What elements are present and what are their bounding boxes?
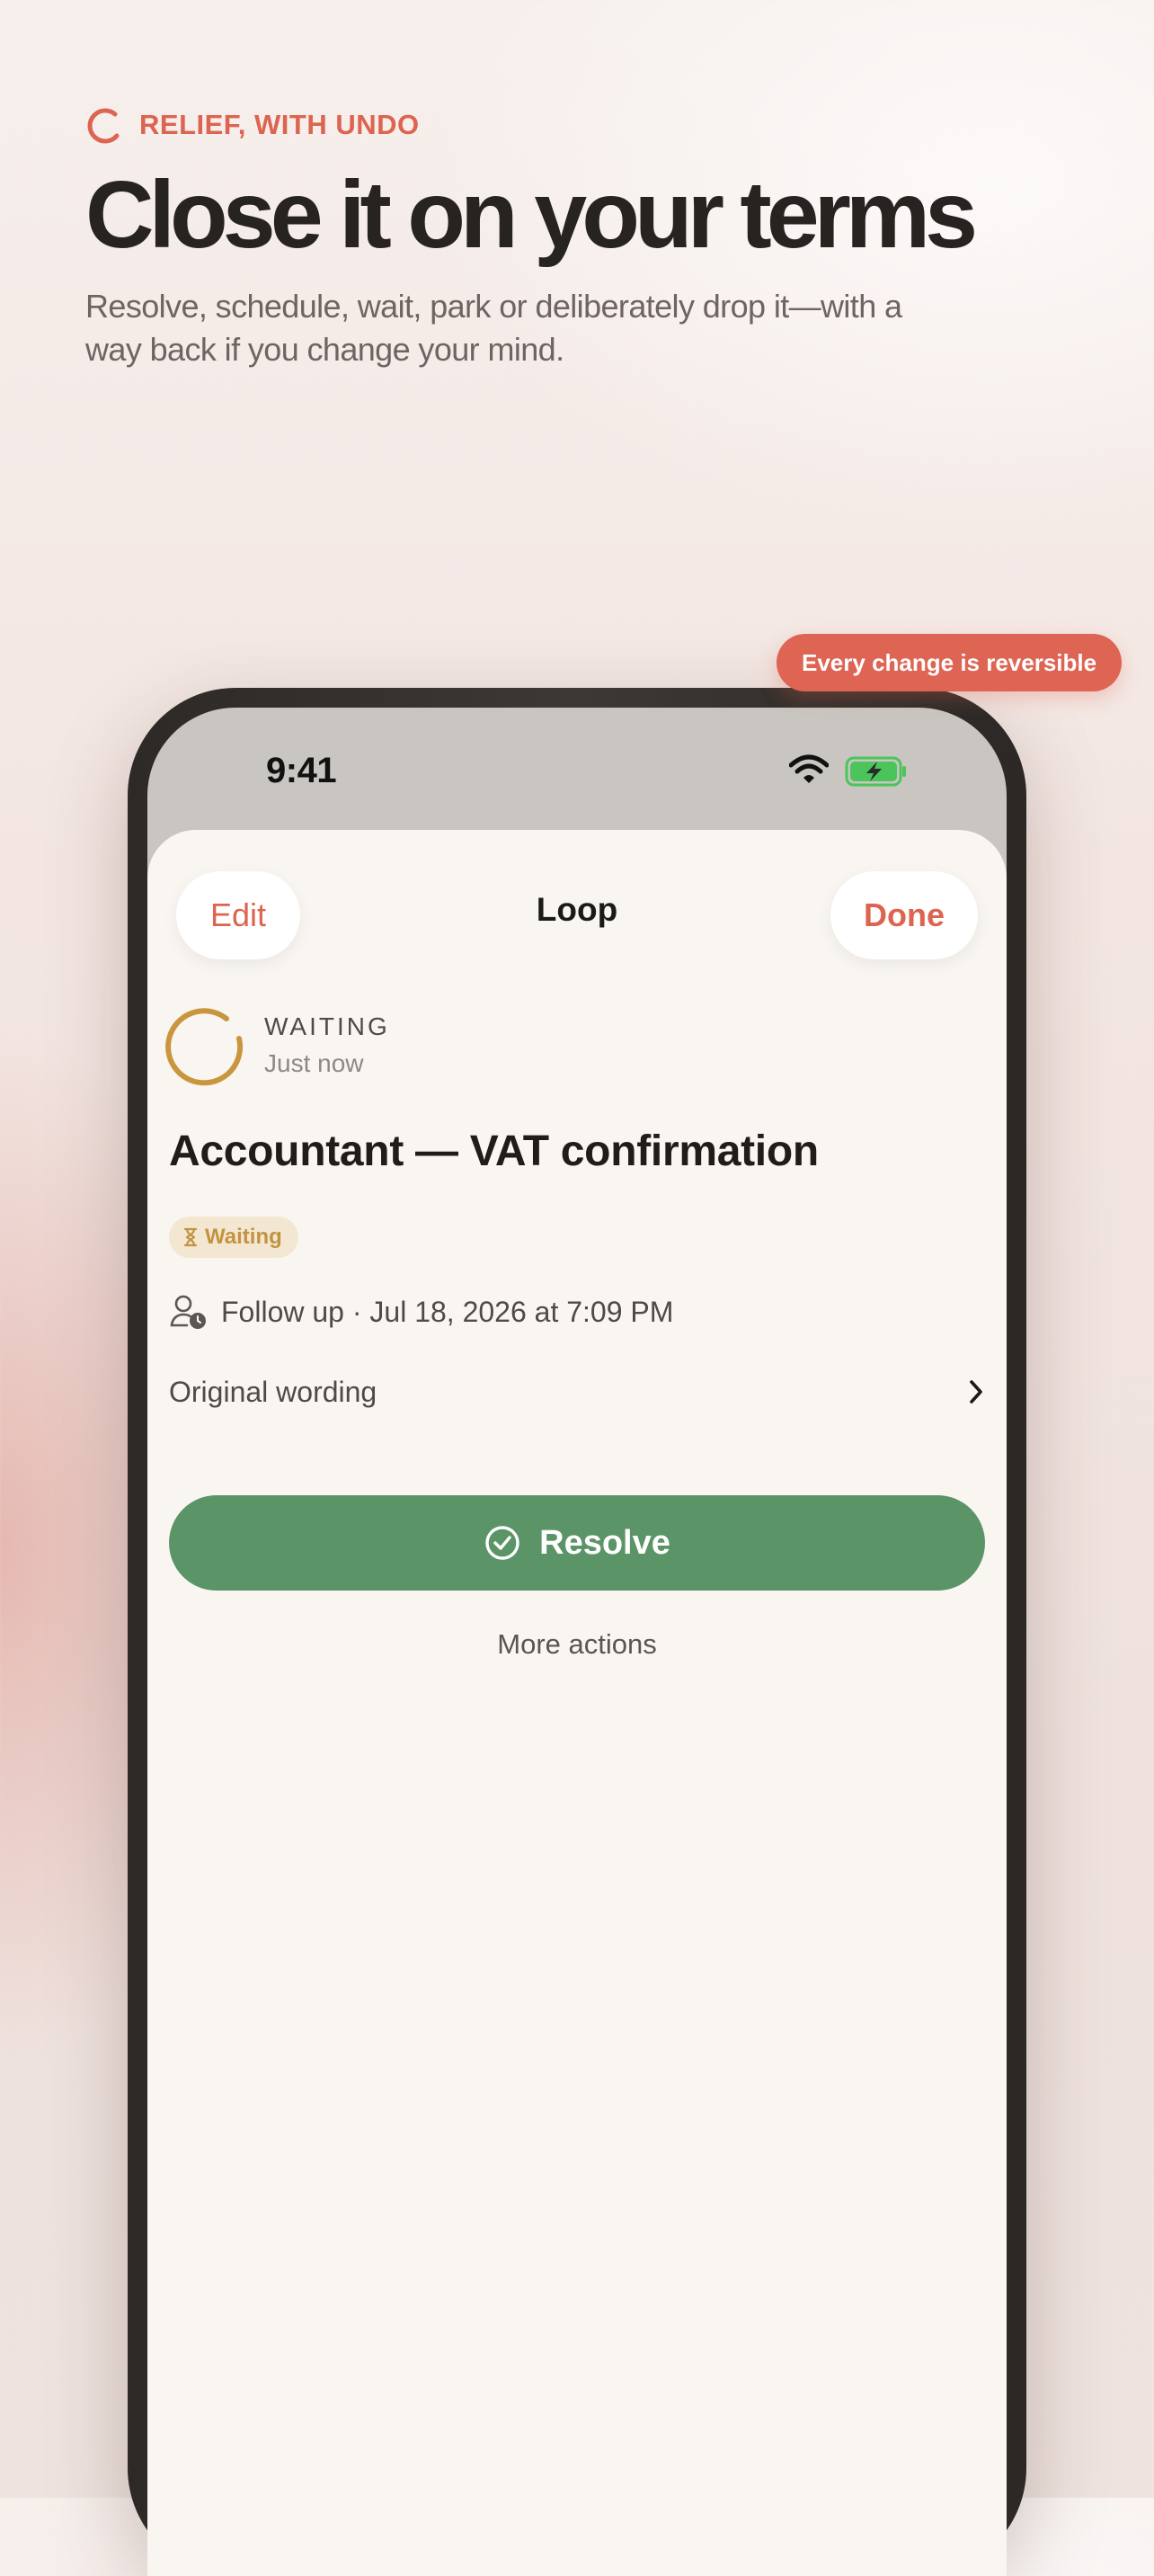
phone-frame: 9:41 Edit Loop Done WAITING Just now Acc… [128,688,1026,2576]
status-bar: 9:41 [147,708,1007,833]
hero: RELIEF, WITH UNDO Close it on your terms… [85,106,1074,371]
reversible-pill: Every change is reversible [777,634,1123,691]
loop-title: Accountant — VAT confirmation [169,1128,819,1175]
resolve-button[interactable]: Resolve [169,1495,985,1591]
done-button[interactable]: Done [830,871,978,959]
check-circle-icon [485,1526,519,1560]
eyebrow: RELIEF, WITH UNDO [85,106,1074,144]
follow-up-text: Follow up · Jul 18, 2026 at 7:09 PM [221,1295,674,1328]
subhead: Resolve, schedule, wait, park or deliber… [85,288,902,369]
state-label: WAITING [264,1012,390,1040]
battery-icon [845,756,906,787]
waiting-ring-icon [165,1008,244,1086]
loop-sheet: Edit Loop Done WAITING Just now Accounta… [147,830,1007,2576]
chevron-right-icon [970,1380,982,1404]
wifi-icon [789,754,829,783]
phone-screen: 9:41 Edit Loop Done WAITING Just now Acc… [147,708,1007,2576]
status-time: 9:41 [266,751,337,790]
headline: Close it on your terms [85,162,978,268]
badge-label: Waiting [205,1225,282,1249]
eyebrow-text: RELIEF, WITH UNDO [139,109,420,140]
hourglass-icon [183,1227,198,1247]
person-clock-icon [170,1295,206,1329]
status-badge: Waiting [169,1217,298,1258]
more-actions-button[interactable]: More actions [147,1628,1007,1661]
original-wording-label: Original wording [169,1375,377,1408]
state-time: Just now [264,1049,364,1077]
loop-ring-icon [87,108,120,144]
resolve-label: Resolve [539,1523,670,1562]
original-wording-row[interactable]: Original wording [169,1360,985,1423]
follow-up-row: Follow up · Jul 18, 2026 at 7:09 PM [169,1293,673,1331]
